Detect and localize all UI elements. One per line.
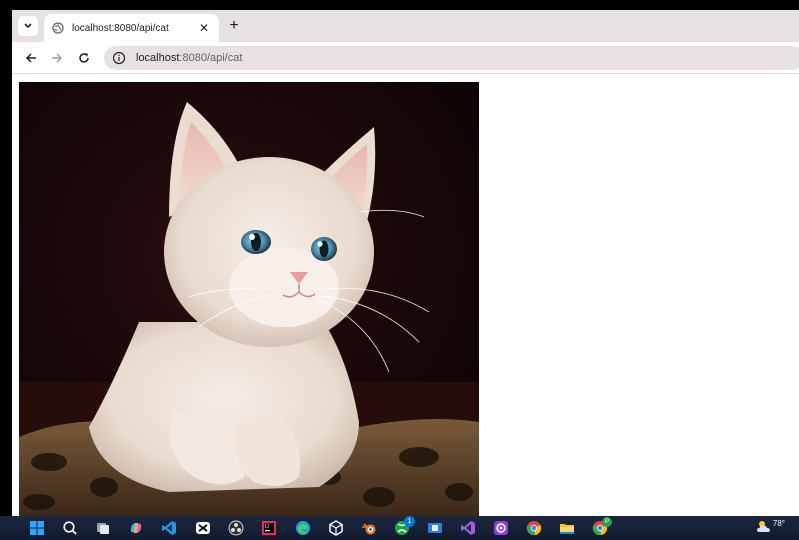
chrome-icon[interactable] [526,520,542,536]
app-window-icon[interactable] [427,520,443,536]
chrome-profile-badge: P [602,517,612,527]
copilot-icon[interactable] [128,520,144,536]
cat-image [19,82,479,516]
task-view-icon[interactable] [95,520,111,536]
xbox-notification-badge: 1 [404,516,415,527]
forward-button[interactable] [48,49,66,67]
capcut-icon[interactable] [195,520,211,536]
reload-icon [79,53,89,63]
arrow-right-icon [52,53,63,63]
search-icon[interactable] [62,520,78,536]
obs-purple-icon[interactable] [493,520,509,536]
tab-strip: localhost:8080/api/cat ✕ + [12,10,799,42]
url-text: localhost:8080/api/cat [136,52,242,64]
globe-icon [52,22,64,34]
edge-icon[interactable] [295,520,311,536]
visual-studio-icon[interactable] [460,520,476,536]
arrow-left-icon [25,53,36,63]
intellij-icon[interactable]: IJ [261,520,277,536]
close-tab-icon[interactable]: ✕ [197,21,211,35]
weather-widget[interactable]: 78° [756,519,785,535]
toolbar: localhost:8080/api/cat [12,42,799,74]
svg-text:IJ: IJ [265,524,269,530]
back-button[interactable] [22,49,40,67]
address-bar[interactable]: localhost:8080/api/cat [104,46,799,70]
tab-title: localhost:8080/api/cat [72,22,169,34]
reload-button[interactable] [75,49,93,67]
page-content [12,75,799,516]
browser-window: localhost:8080/api/cat ✕ + localhost:808… [12,10,799,516]
file-explorer-icon[interactable] [559,520,575,536]
site-info-icon[interactable] [112,51,126,65]
new-tab-button[interactable]: + [225,17,243,35]
url-host: localhost [136,52,180,64]
chevron-down-icon [24,23,32,29]
cloud-weather-icon [756,521,770,532]
url-path: :8080/api/cat [179,52,243,64]
unity-icon[interactable] [328,520,344,536]
screen: localhost:8080/api/cat ✕ + localhost:808… [0,0,799,540]
blender-icon[interactable] [361,520,377,536]
tab-active[interactable]: localhost:8080/api/cat ✕ [44,14,219,42]
tab-search-button[interactable] [18,16,38,36]
obs-icon[interactable] [228,520,244,536]
weather-temperature: 78° [772,519,785,528]
windows-start-icon[interactable] [29,520,45,536]
taskbar: IJ 1 P 78° [0,516,799,540]
vscode-icon[interactable] [161,520,177,536]
